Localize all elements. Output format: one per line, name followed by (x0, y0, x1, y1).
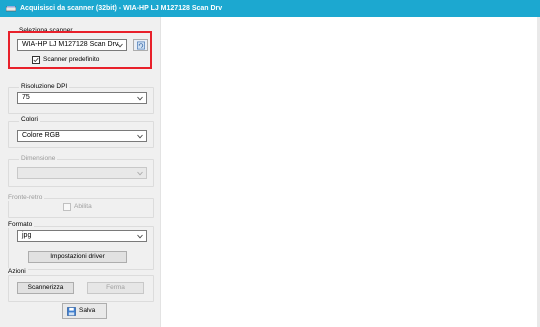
scanner-highlight-box (8, 31, 152, 69)
colors-select[interactable]: Colore RGB (17, 130, 147, 142)
duplex-group-label: Fronte-retro (6, 194, 45, 201)
colors-group-label: Colori (19, 116, 40, 123)
chevron-down-icon (137, 96, 143, 101)
duplex-enable-checkbox[interactable] (63, 203, 71, 211)
dimension-group-label: Dimensione (19, 155, 58, 162)
window-title: Acquisisci da scanner (32bit) - WIA-HP L… (20, 5, 223, 12)
chevron-down-icon (137, 234, 143, 239)
save-disk-icon (67, 307, 76, 316)
chevron-down-icon (137, 134, 143, 139)
dimension-select[interactable] (17, 167, 147, 179)
colors-select-value: Colore RGB (22, 132, 60, 139)
resolution-select[interactable]: 75 (17, 92, 147, 104)
save-button[interactable]: Salva (62, 303, 107, 319)
duplex-enable-label: Abilita (74, 203, 92, 210)
driver-settings-button[interactable]: Impostazioni driver (28, 251, 127, 263)
preview-area (160, 17, 540, 327)
scanner-app-icon (6, 6, 16, 12)
resolution-group-label: Risoluzione DPI (19, 83, 70, 90)
format-group-label: Formato (6, 221, 35, 228)
stop-button[interactable]: Ferma (87, 282, 144, 294)
resolution-select-value: 75 (22, 94, 30, 101)
title-bar: Acquisisci da scanner (32bit) - WIA-HP L… (0, 0, 540, 17)
actions-group-label: Azioni (6, 268, 28, 275)
format-select-value: jpg (22, 232, 32, 239)
scan-button[interactable]: Scannerizza (17, 282, 74, 294)
save-button-label: Salva (79, 307, 96, 314)
chevron-down-icon (137, 171, 143, 176)
format-select[interactable]: jpg (17, 230, 147, 242)
